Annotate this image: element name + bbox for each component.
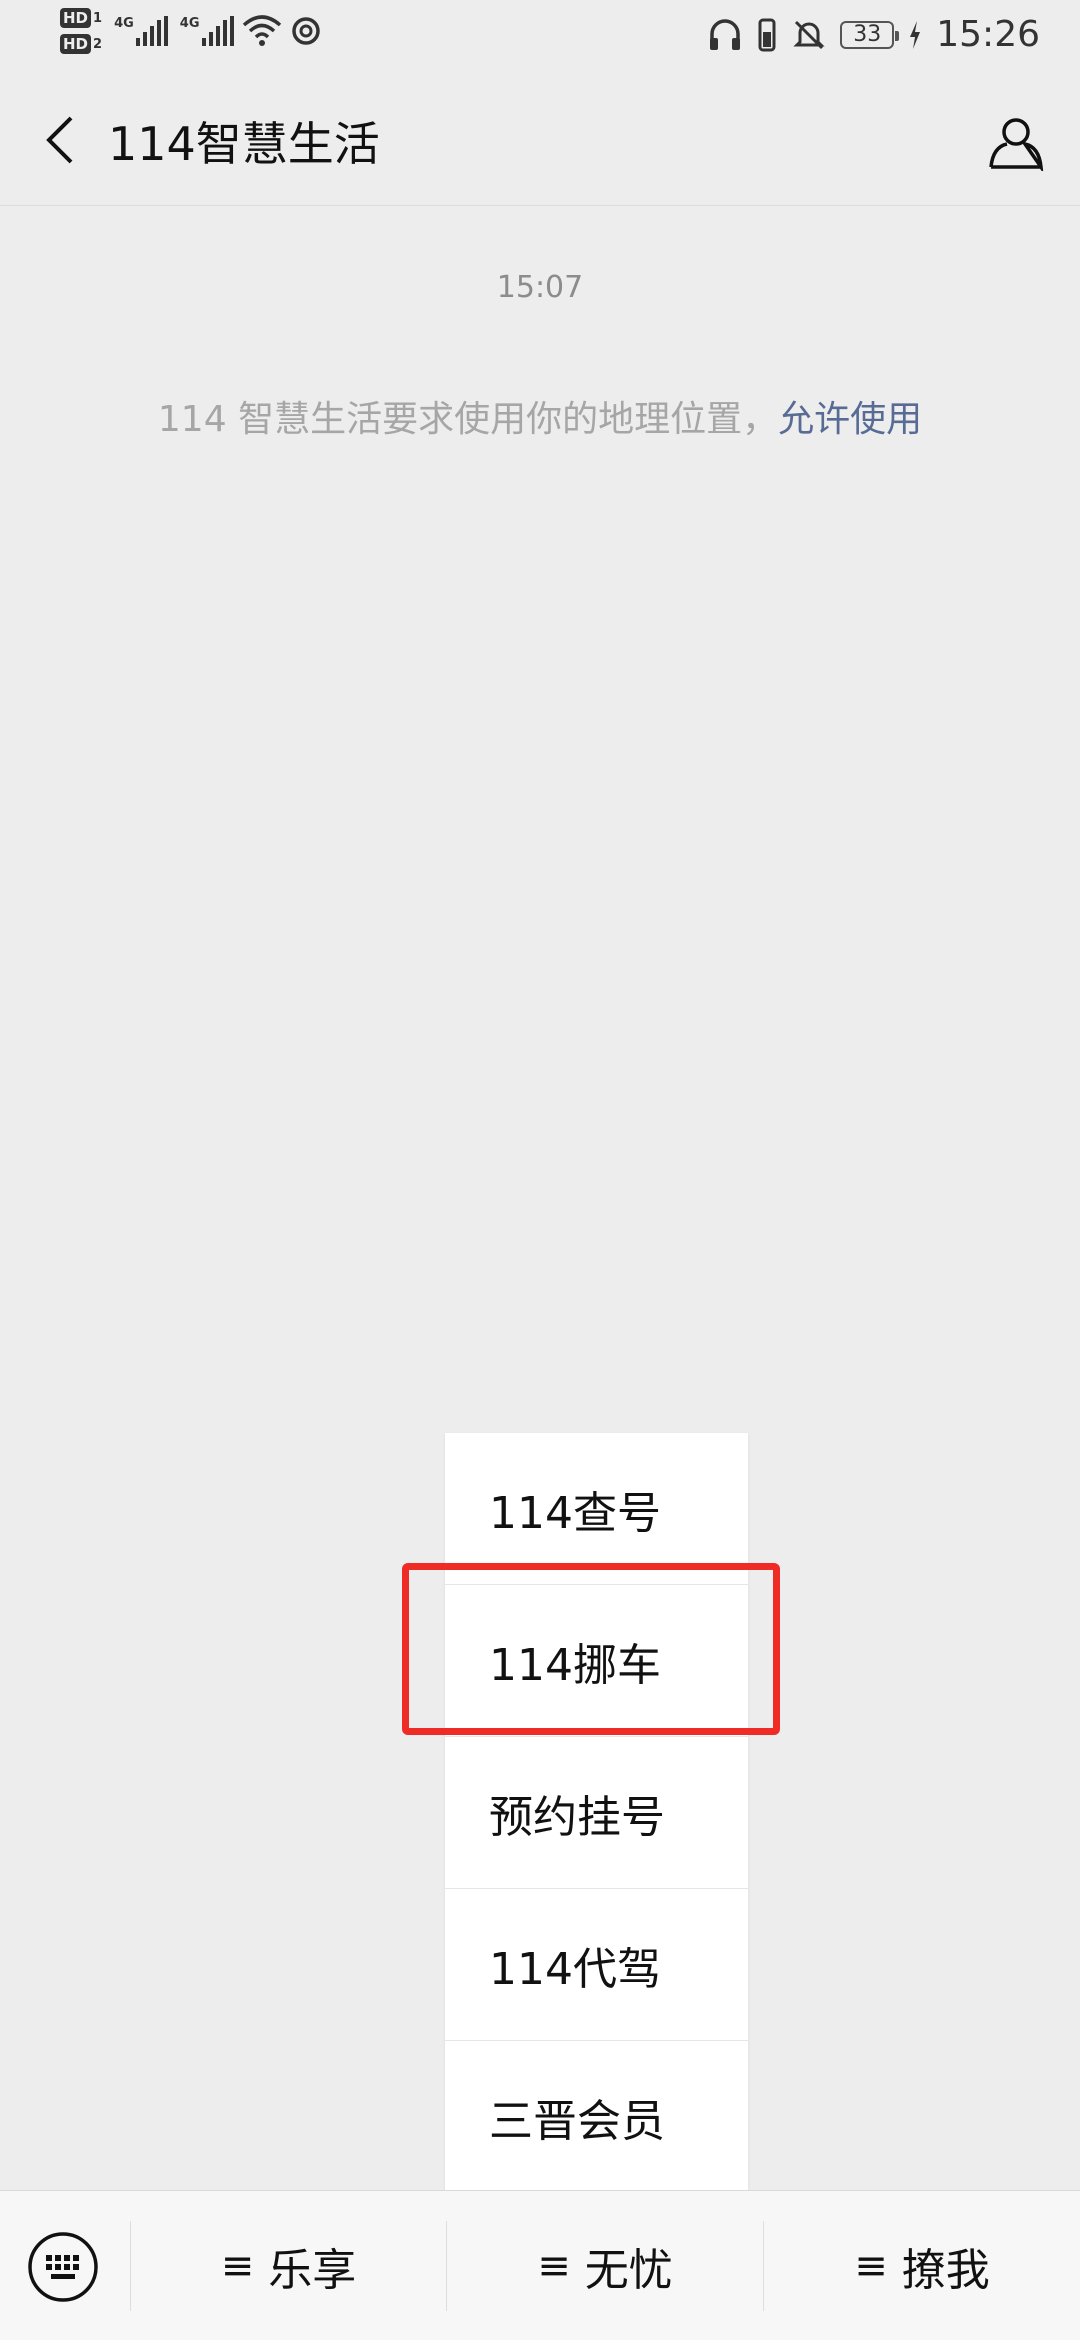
bottom-menu-bar: ≡ 乐享 ≡ 无忧 ≡ 撩我 <box>0 2190 1080 2340</box>
sync-icon <box>291 17 320 45</box>
system-message: 114 智慧生活要求使用你的地理位置，允许使用 <box>0 390 1080 442</box>
status-left: HD 1 HD 2 4G 4G <box>60 8 322 54</box>
bell-muted-icon <box>793 20 825 49</box>
status-right: 33 15:26 <box>708 14 1040 55</box>
hamburger-icon: ≡ <box>537 2243 571 2289</box>
charging-icon <box>910 20 921 49</box>
sim2-indicator: HD 2 <box>60 34 102 54</box>
submenu-popup: 114查号 114挪车 预约挂号 114代驾 三晋会员 <box>445 1433 748 2193</box>
submenu-item-move-car[interactable]: 114挪车 <box>445 1585 748 1737</box>
submenu-item-lookup[interactable]: 114查号 <box>445 1433 748 1585</box>
headphones-icon <box>710 18 741 50</box>
menu-button-label: 撩我 <box>901 2245 990 2296</box>
status-bar: HD 1 HD 2 4G 4G 33 15:26 <box>0 0 1080 74</box>
vibrate-icon <box>758 18 776 51</box>
keyboard-icon <box>28 2232 98 2302</box>
submenu-item-appointment[interactable]: 预约挂号 <box>445 1737 748 1889</box>
network-type: 4G <box>179 16 200 31</box>
chat-screen: HD 1 HD 2 4G 4G 33 15:26 114智慧生活 15:07 1… <box>0 0 1080 2340</box>
hamburger-icon: ≡ <box>854 2243 888 2289</box>
system-message-text: 114 智慧生活要求使用你的地理位置， <box>157 399 779 440</box>
menu-button-label: 无忧 <box>584 2245 673 2296</box>
keyboard-toggle-button[interactable] <box>22 2226 104 2308</box>
hd-badge: HD <box>60 34 92 54</box>
sim-index: 2 <box>93 36 103 52</box>
page-title: 114智慧生活 <box>108 117 380 171</box>
hamburger-icon: ≡ <box>220 2243 255 2289</box>
signal-bars-icon <box>201 16 234 46</box>
wifi-icon <box>242 15 281 46</box>
title-bar: 114智慧生活 <box>0 74 1080 206</box>
status-time: 15:26 <box>936 14 1040 55</box>
profile-button[interactable] <box>976 102 1056 182</box>
signal-1: 4G <box>114 16 168 46</box>
menu-button-label: 乐享 <box>268 2245 357 2296</box>
signal-2: 4G <box>180 16 234 46</box>
user-icon <box>989 118 1044 171</box>
submenu-item-designated-driver[interactable]: 114代驾 <box>445 1889 748 2041</box>
hd-badge: HD <box>60 8 92 28</box>
battery-indicator: 33 <box>840 20 900 49</box>
menu-button-worry-free[interactable]: ≡ 无忧 <box>447 2221 763 2311</box>
menu-button-chat-me[interactable]: ≡ 撩我 <box>764 2221 1080 2311</box>
chevron-left-icon <box>46 116 73 164</box>
sim-index: 1 <box>93 10 103 26</box>
allow-location-link[interactable]: 允许使用 <box>778 399 922 440</box>
submenu-item-membership[interactable]: 三晋会员 <box>445 2041 748 2193</box>
network-type: 4G <box>114 16 134 31</box>
menu-button-enjoy[interactable]: ≡ 乐享 <box>131 2221 446 2311</box>
message-timestamp: 15:07 <box>496 270 584 305</box>
sim-indicators: HD 1 HD 2 <box>60 8 102 54</box>
back-button[interactable] <box>24 104 96 176</box>
signal-bars-icon <box>135 16 168 46</box>
sim1-indicator: HD 1 <box>60 8 102 28</box>
